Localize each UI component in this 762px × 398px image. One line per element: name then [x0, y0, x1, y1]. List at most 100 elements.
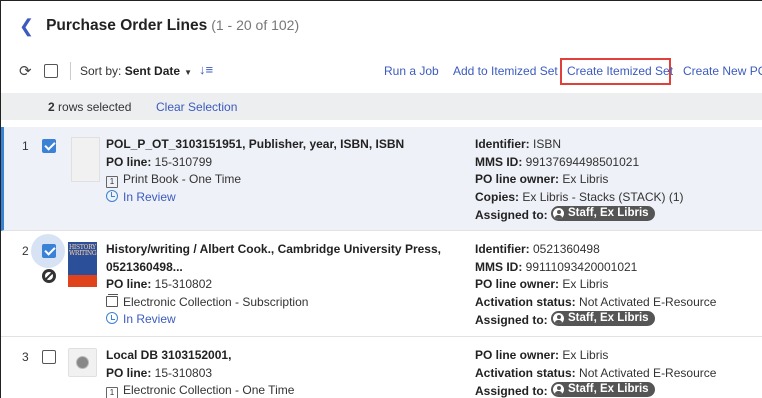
database-icon: [76, 356, 89, 369]
quantity-badge-icon: 1: [106, 387, 118, 398]
assigned-to: Assigned to: Staff, Ex Libris: [475, 311, 760, 330]
po-line: PO line: 15-310803: [106, 365, 446, 383]
assignee-chip[interactable]: Staff, Ex Libris: [551, 382, 655, 397]
select-all-checkbox[interactable]: [44, 64, 58, 78]
table-row[interactable]: 1 POL_P_OT_3103151951, Publisher, year, …: [1, 127, 762, 231]
create-new-po-button[interactable]: Create New PO: [683, 64, 762, 78]
page-title-text: Purchase Order Lines: [46, 17, 208, 34]
identifier-label: Identifier:: [475, 242, 530, 256]
thumbnail: [68, 348, 97, 377]
status-text: In Review: [123, 312, 176, 326]
po-line-owner: PO line owner: Ex Libris: [475, 276, 760, 294]
row-details: History/writing / Albert Cook., Cambridg…: [106, 241, 446, 329]
row-title[interactable]: POL_P_OT_3103151951, Publisher, year, IS…: [106, 136, 446, 154]
order-type-text: Electronic Collection - One Time: [123, 383, 295, 397]
mms-id: MMS ID: 99137694498501021: [475, 154, 760, 172]
table-row[interactable]: 2 HISTORY WRITING History/writing / Albe…: [1, 232, 762, 337]
clear-selection-button[interactable]: Clear Selection: [156, 100, 237, 114]
row-title[interactable]: Local DB 3103152001,: [106, 347, 446, 365]
owner-value: Ex Libris: [559, 348, 609, 362]
row-title-line2[interactable]: 0521360498...: [106, 259, 446, 277]
identifier: Identifier: 0521360498: [475, 241, 760, 259]
activation-value: Not Activated E-Resource: [575, 365, 717, 380]
assignee-name: Staff, Ex Libris: [568, 206, 649, 219]
toolbar-divider: [70, 62, 71, 80]
identifier: Identifier: ISBN: [475, 136, 760, 154]
po-line-value: 15-310799: [151, 154, 213, 169]
po-line-owner: PO line owner: Ex Libris: [475, 347, 760, 365]
po-line-label: PO line:: [106, 365, 152, 380]
owner-value: Ex Libris: [559, 277, 609, 291]
owner-label: PO line owner:: [475, 172, 560, 186]
row-number: 3: [22, 350, 29, 364]
po-line-label: PO line:: [106, 277, 152, 291]
copies-value: Ex Libris - Stacks (STACK) (1): [519, 189, 684, 204]
po-line-value: 15-310802: [151, 277, 213, 291]
selection-bar: 2 rows selected Clear Selection: [1, 93, 762, 120]
status-text: In Review: [123, 189, 176, 204]
workflow-status: In Review: [106, 311, 446, 329]
po-lines-panel: ❮ Purchase Order Lines (1 - 20 of 102) ⟳ …: [0, 0, 762, 398]
quantity-badge-icon: 1: [106, 176, 118, 188]
identifier-value: 0521360498: [529, 242, 600, 256]
identifier-label: Identifier:: [475, 137, 530, 151]
activation-label: Activation status:: [475, 294, 576, 309]
assigned-label: Assigned to:: [475, 208, 548, 222]
owner-label: PO line owner:: [475, 348, 560, 362]
assigned-label: Assigned to:: [475, 313, 548, 327]
selected-count-number: 2: [48, 100, 55, 114]
user-icon: [553, 384, 565, 395]
order-type-text: Print Book - One Time: [123, 172, 242, 186]
row-metadata: Identifier: 0521360498 MMS ID: 991110934…: [475, 241, 760, 330]
po-line: PO line: 15-310799: [106, 154, 446, 172]
user-icon: [553, 208, 565, 219]
row-details: POL_P_OT_3103151951, Publisher, year, IS…: [106, 136, 446, 206]
clock-icon: [106, 189, 118, 202]
assignee-chip[interactable]: Staff, Ex Libris: [551, 206, 655, 221]
add-to-itemized-set-button[interactable]: Add to Itemized Set: [453, 64, 558, 78]
row-checkbox[interactable]: [42, 350, 56, 364]
row-title-line1[interactable]: History/writing / Albert Cook., Cambridg…: [106, 241, 446, 259]
chevron-left-icon[interactable]: ❮: [19, 16, 34, 37]
row-checkbox[interactable]: [42, 244, 56, 258]
activation-value: Not Activated E-Resource: [575, 294, 717, 309]
row-details: Local DB 3103152001, PO line: 15-310803 …: [106, 347, 446, 398]
no-entry-icon: [42, 269, 56, 283]
mms-id-label: MMS ID:: [475, 259, 523, 274]
clock-icon: [106, 312, 118, 324]
create-itemized-set-button[interactable]: Create Itemized Set: [567, 64, 673, 78]
assigned-label: Assigned to:: [475, 384, 548, 398]
row-metadata: PO line owner: Ex Libris Activation stat…: [475, 347, 760, 398]
assigned-to: Assigned to: Staff, Ex Libris: [475, 382, 760, 398]
sort-value: Sent Date: [124, 64, 181, 78]
mms-id-value: 99111093420001021: [522, 259, 638, 274]
mms-id-value: 99137694498501021: [522, 154, 640, 169]
sort-direction-icon[interactable]: ↓≡: [199, 62, 213, 77]
order-type: 1 Electronic Collection - One Time: [106, 382, 446, 398]
row-number: 2: [22, 244, 29, 258]
refresh-icon[interactable]: ⟳: [19, 62, 32, 80]
sort-label: Sort by:: [80, 64, 122, 78]
table-row[interactable]: 3 Local DB 3103152001, PO line: 15-31080…: [1, 338, 762, 398]
row-checkbox[interactable]: [42, 139, 56, 153]
page-header: ❮ Purchase Order Lines (1 - 20 of 102): [1, 1, 762, 51]
po-line: PO line: 15-310802: [106, 276, 446, 294]
activation-label: Activation status:: [475, 365, 576, 380]
thumbnail: [71, 137, 100, 182]
collection-icon: [106, 293, 118, 307]
copies-label: Copies:: [475, 189, 520, 204]
workflow-status: In Review: [106, 189, 446, 207]
copies: Copies: Ex Libris - Stacks (STACK) (1): [475, 189, 760, 207]
run-job-button[interactable]: Run a Job: [384, 64, 439, 78]
mms-id: MMS ID: 99111093420001021: [475, 259, 760, 277]
selected-count-text: rows selected: [54, 100, 132, 114]
selected-count: 2 rows selected: [48, 100, 131, 114]
po-line-owner: PO line owner: Ex Libris: [475, 171, 760, 189]
assignee-chip[interactable]: Staff, Ex Libris: [551, 311, 655, 326]
activation-status: Activation status: Not Activated E-Resou…: [475, 365, 760, 383]
order-type: Electronic Collection - Subscription: [106, 293, 446, 312]
sort-dropdown[interactable]: Sort by: Sent Date ▼: [80, 64, 192, 78]
po-line-value: 15-310803: [151, 365, 213, 380]
row-number: 1: [22, 139, 29, 153]
order-type: 1 Print Book - One Time: [106, 171, 446, 189]
